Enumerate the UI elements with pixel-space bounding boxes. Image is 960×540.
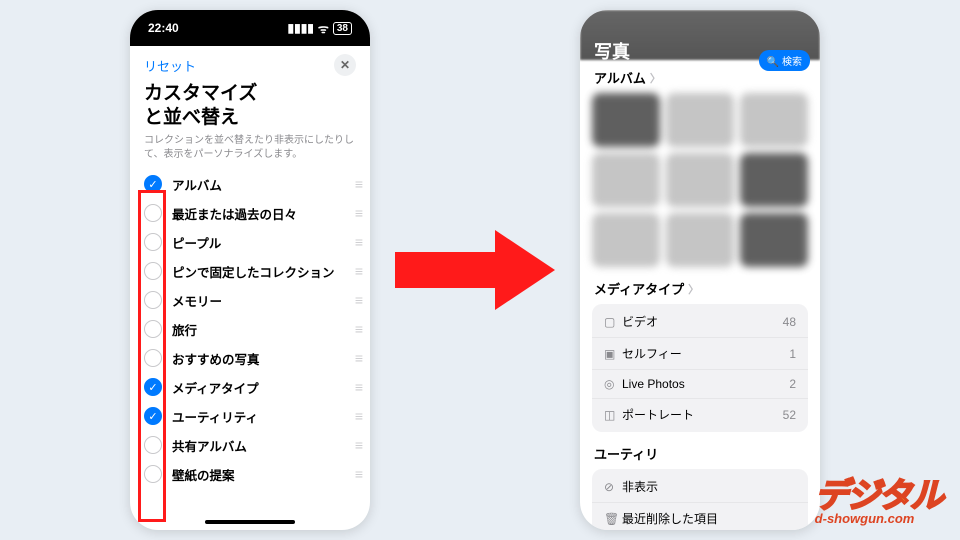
album-thumb[interactable]	[740, 153, 808, 207]
media-label: Live Photos	[622, 377, 789, 391]
media-count: 48	[783, 315, 796, 329]
collection-label: ピープル	[172, 233, 355, 252]
arrow-graphic	[395, 230, 565, 310]
drag-handle-icon[interactable]: ≡	[355, 205, 362, 221]
collection-row[interactable]: ✓ アルバム≡	[144, 170, 362, 199]
drag-handle-icon[interactable]: ≡	[355, 379, 362, 395]
drag-handle-icon[interactable]: ≡	[355, 350, 362, 366]
album-thumb[interactable]	[740, 93, 808, 147]
status-icons: ▮▮▮▮ ᯤ 38	[287, 20, 352, 37]
collection-row[interactable]: ピープル≡	[144, 228, 362, 257]
sheet-title-line1: カスタマイズ	[144, 83, 257, 104]
drag-handle-icon[interactable]: ≡	[355, 321, 362, 337]
collection-label: 最近または過去の日々	[172, 204, 355, 223]
search-label: 検索	[782, 57, 802, 68]
home-indicator	[205, 520, 295, 524]
drag-handle-icon[interactable]: ≡	[355, 292, 362, 308]
drag-handle-icon[interactable]: ≡	[355, 176, 362, 192]
search-button[interactable]: 🔍 検索	[759, 50, 810, 71]
collection-label: アルバム	[172, 175, 355, 194]
search-icon: 🔍	[767, 57, 779, 68]
watermark-logo: デジタル d-showgun.com	[815, 468, 942, 526]
logo-text: デジタル	[815, 468, 942, 517]
chevron-right-icon: 〉	[650, 70, 661, 86]
album-thumb[interactable]	[666, 153, 734, 207]
checkbox[interactable]	[144, 233, 162, 251]
album-thumb[interactable]	[740, 213, 808, 267]
checkbox[interactable]: ✓	[144, 407, 162, 425]
media-count: 1	[789, 347, 796, 361]
phone-right: 写真 🔍 検索 アルバム 〉 メディアタイプ 〉 ▢ビデオ48▣セルフィー1◎L…	[580, 10, 820, 530]
close-button[interactable]: ✕	[334, 54, 356, 76]
collection-row[interactable]: 旅行≡	[144, 315, 362, 344]
collection-row[interactable]: メモリー≡	[144, 286, 362, 315]
logo-url: d-showgun.com	[815, 511, 942, 526]
collection-row[interactable]: ✓ ユーティリティ≡	[144, 402, 362, 431]
close-icon: ✕	[340, 58, 350, 72]
media-label: セルフィー	[622, 345, 789, 362]
collection-row[interactable]: ✓ メディアタイプ≡	[144, 373, 362, 402]
checkbox[interactable]	[144, 204, 162, 222]
phone-left: 22:40 ▮▮▮▮ ᯤ 38 リセット ✕ カスタマイズ と並べ替え コレクシ…	[130, 10, 370, 530]
reset-button[interactable]: リセット	[144, 56, 196, 75]
checkbox[interactable]	[144, 436, 162, 454]
utility-label: 非表示	[622, 478, 796, 495]
media-label: ポートレート	[622, 406, 783, 423]
media-count: 2	[789, 377, 796, 391]
checkbox[interactable]	[144, 320, 162, 338]
collection-label: 共有アルバム	[172, 436, 355, 455]
arrow-head-icon	[495, 230, 555, 310]
collection-row[interactable]: 壁紙の提案≡	[144, 460, 362, 489]
media-count: 52	[783, 408, 796, 422]
albums-grid	[580, 89, 820, 271]
collection-row[interactable]: ピンで固定したコレクション≡	[144, 257, 362, 286]
status-time: 22:40	[148, 21, 179, 35]
signal-icon: ▮▮▮▮	[287, 21, 313, 35]
drag-handle-icon[interactable]: ≡	[355, 263, 362, 279]
checkbox[interactable]	[144, 262, 162, 280]
sheet-header: リセット ✕	[130, 46, 370, 80]
sheet-title-line2: と並べ替え	[144, 107, 239, 128]
checkbox[interactable]	[144, 291, 162, 309]
collections-list: ✓アルバム≡最近または過去の日々≡ピープル≡ピンで固定したコレクション≡メモリー…	[130, 170, 370, 489]
collection-label: メモリー	[172, 291, 355, 310]
drag-handle-icon[interactable]: ≡	[355, 234, 362, 250]
collection-label: おすすめの写真	[172, 349, 355, 368]
sheet-title: カスタマイズ と並べ替え	[130, 80, 370, 134]
album-thumb[interactable]	[666, 213, 734, 267]
collection-label: メディアタイプ	[172, 378, 355, 397]
collection-label: 壁紙の提案	[172, 465, 355, 484]
drag-handle-icon[interactable]: ≡	[355, 466, 362, 482]
album-thumb[interactable]	[592, 153, 660, 207]
drag-handle-icon[interactable]: ≡	[355, 408, 362, 424]
collection-label: 旅行	[172, 320, 355, 339]
collection-row[interactable]: おすすめの写真≡	[144, 344, 362, 373]
checkbox[interactable]: ✓	[144, 175, 162, 193]
album-thumb[interactable]	[666, 93, 734, 147]
checkbox[interactable]	[144, 465, 162, 483]
sheet-description: コレクションを並べ替えたり非表示にしたりして、表示をパーソナライズします。	[130, 134, 370, 170]
checkbox[interactable]	[144, 349, 162, 367]
utility-label: 最近削除した項目	[622, 510, 796, 527]
checkbox[interactable]: ✓	[144, 378, 162, 396]
status-bar: 22:40 ▮▮▮▮ ᯤ 38	[130, 10, 370, 46]
collection-row[interactable]: 最近または過去の日々≡	[144, 199, 362, 228]
chevron-right-icon: 〉	[688, 281, 699, 297]
wifi-icon: ᯤ	[318, 20, 329, 37]
collection-row[interactable]: 共有アルバム≡	[144, 431, 362, 460]
album-thumb[interactable]	[592, 93, 660, 147]
album-thumb[interactable]	[592, 213, 660, 267]
battery-icon: 38	[333, 22, 352, 35]
collection-label: ユーティリティ	[172, 407, 355, 426]
media-label: ビデオ	[622, 313, 783, 330]
drag-handle-icon[interactable]: ≡	[355, 437, 362, 453]
collection-label: ピンで固定したコレクション	[172, 262, 355, 281]
